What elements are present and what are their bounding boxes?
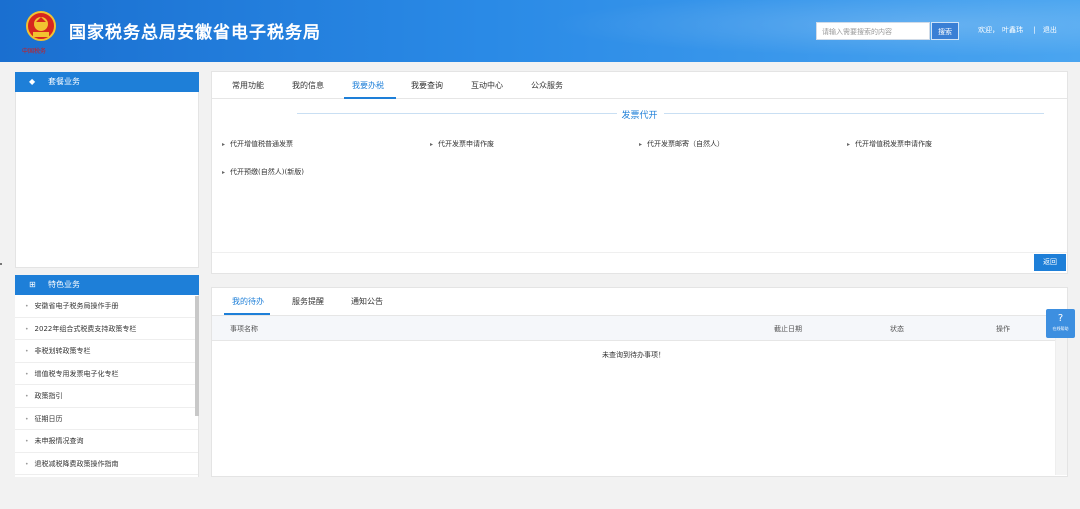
featured-item[interactable]: 安徽省电子税务局操作手册 [15,295,198,318]
featured-list: 安徽省电子税务局操作手册 2022年组合式税费支持政策专栏 非税划转政策专栏 增… [15,295,199,477]
column-header: 截止日期 [774,325,802,333]
package-title: 套餐业务 [48,77,80,86]
featured-item[interactable]: 增值税专用发票电子化专栏 [15,363,198,385]
grid-icon: ⊞ [29,280,36,289]
featured-item[interactable]: 征期日历 [15,408,198,430]
tab-public-service[interactable]: 公众服务 [531,80,563,91]
todo-panel: 我的待办 服务提醒 通知公告 事项名称 截止日期 状态 操作 未查询到待办事项！ [211,287,1068,477]
main-tabs: 常用功能 我的信息 我要办税 我要查询 互动中心 公众服务 [212,72,1067,99]
section-title: 发票代开 [621,111,658,121]
invoice-link[interactable]: 代开增值税普通发票 [222,139,293,149]
tab-do-tax[interactable]: 我要办税 [352,80,384,91]
site-title: 国家税务总局安徽省电子税务局 [69,23,321,43]
tab-interaction[interactable]: 互动中心 [471,80,503,91]
package-panel-body [15,92,199,268]
header: 中国税务 国家税务总局安徽省电子税务局 请输入需要搜索的内容 搜索 欢迎， 叶鑫玮… [0,0,1080,62]
column-header: 状态 [890,325,904,333]
column-header: 事项名称 [230,325,258,333]
tab-service-reminder[interactable]: 服务提醒 [292,296,324,307]
active-tab-indicator [344,97,396,99]
layers-icon: ◆ [29,77,36,86]
package-panel-header[interactable]: ◆ 套餐业务 [15,72,199,92]
search-input[interactable]: 请输入需要搜索的内容 [816,22,930,40]
welcome-text: 欢迎， [978,26,999,34]
online-help-button[interactable]: ? 在线帮助 [1046,309,1075,338]
featured-title: 特色业务 [48,280,80,289]
online-help-label: 在线帮助 [1052,326,1069,331]
logout-link[interactable]: 退出 [1043,26,1057,34]
featured-scrollbar[interactable] [195,296,199,416]
invoice-link[interactable]: 代开发票邮寄（自然人） [639,139,724,149]
featured-panel-header[interactable]: ⊞ 特色业务 [15,275,199,295]
column-header: 操作 [996,325,1010,333]
tab-notices[interactable]: 通知公告 [351,296,383,307]
todo-tabs: 我的待办 服务提醒 通知公告 [212,288,1067,315]
invoice-link[interactable]: 代开发票申请作废 [430,139,494,149]
todo-scrollbar[interactable] [1055,315,1067,475]
tax-services-panel: 常用功能 我的信息 我要办税 我要查询 互动中心 公众服务 发票代开 代开增值税… [211,71,1068,274]
emblem-caption: 中国税务 [22,48,47,55]
featured-item[interactable]: 非税划转政策专栏 [15,340,198,363]
invoice-link[interactable]: 代开预缴(自然人)(新版) [222,167,304,177]
featured-item[interactable]: 退税减税降费政策操作指南 [15,453,198,475]
return-button[interactable]: 返回 [1034,254,1066,271]
featured-item[interactable]: 未申报情况查询 [15,430,198,453]
user-name[interactable]: 叶鑫玮 [1002,26,1023,34]
tab-common[interactable]: 常用功能 [232,80,264,91]
featured-item[interactable]: 政策指引 [15,385,198,408]
tab-my-info[interactable]: 我的信息 [292,80,324,91]
tax-emblem-icon [26,11,56,41]
edge-marker [0,263,2,265]
tab-my-todo[interactable]: 我的待办 [232,296,264,307]
invoice-link[interactable]: 代开增值税发票申请作废 [847,139,932,149]
search-button[interactable]: 搜索 [931,22,959,40]
panel-divider [212,252,1067,253]
section-line-right [664,113,1044,114]
tab-query[interactable]: 我要查询 [411,80,443,91]
separator: | [1033,26,1036,34]
question-icon: ? [1057,313,1064,324]
todo-table-header: 事项名称 截止日期 状态 操作 [212,315,1055,341]
user-area: 欢迎， 叶鑫玮 | 退出 [978,25,1060,35]
featured-item[interactable]: 2022年组合式税费支持政策专栏 [15,318,198,340]
empty-message: 未查询到待办事项！ [602,351,665,359]
